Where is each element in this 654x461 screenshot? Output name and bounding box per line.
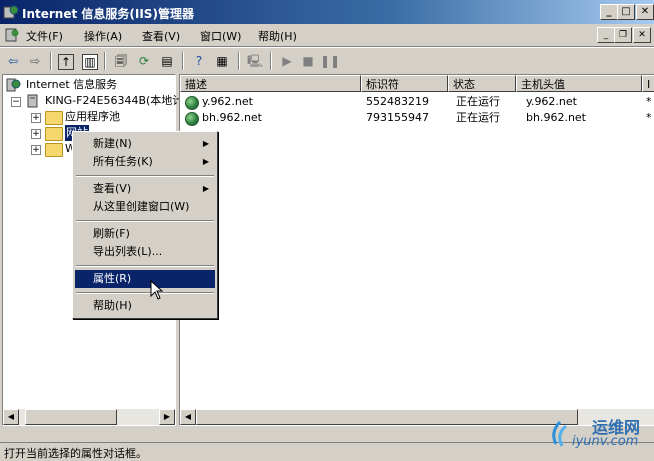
watermark-url: iyunv.com: [572, 434, 639, 449]
column-header-description[interactable]: 描述: [180, 75, 361, 92]
submenu-arrow-icon: ▶: [202, 184, 209, 193]
maximize-button[interactable]: □: [617, 4, 635, 20]
menu-bar: 文件(F) 操作(A) 查看(V) 窗口(W) 帮助(H) _ ❐ ✕: [0, 24, 654, 47]
column-header-host[interactable]: 主机头值: [516, 75, 642, 92]
ctx-separator: [76, 220, 214, 222]
ctx-separator: [76, 265, 214, 267]
ctx-item-help[interactable]: 帮助(H): [75, 297, 215, 315]
ctx-separator: [76, 175, 214, 177]
show-hide-tree-icon[interactable]: ▥: [82, 54, 98, 70]
minimize-button[interactable]: _: [600, 4, 618, 20]
scroll-thumb[interactable]: [25, 409, 117, 425]
column-header-status[interactable]: 状态: [448, 75, 516, 92]
iis-root-icon: [6, 78, 21, 92]
mouse-cursor-icon: [150, 280, 164, 300]
website-globe-icon: [185, 112, 199, 126]
scroll-right-button[interactable]: ▶: [159, 409, 175, 425]
tree-hscrollbar[interactable]: ◀ ▶: [3, 409, 175, 425]
column-header-id[interactable]: 标识符: [361, 75, 448, 92]
ctx-separator: [76, 292, 214, 294]
folder-icon: [45, 127, 63, 141]
computer-icon[interactable]: 🖳: [246, 52, 264, 70]
window-title: Internet 信息服务(IIS)管理器: [22, 7, 194, 21]
toolbar: ⇦ ⇨ ↑ ▥ 🗐 ⟳ ▤ ? ▦ 🖳 ▶ ■ ❚❚: [0, 47, 654, 74]
ctx-item-all-tasks[interactable]: 所有任务(K) ▶: [75, 153, 215, 171]
help-icon[interactable]: ?: [190, 52, 208, 70]
close-button[interactable]: ✕: [636, 4, 654, 20]
up-level-icon[interactable]: ↑: [58, 54, 74, 70]
scroll-left-button[interactable]: ◀: [180, 409, 196, 425]
ctx-item-export-list[interactable]: 导出列表(L)...: [75, 243, 215, 261]
submenu-arrow-icon: ▶: [202, 139, 209, 148]
website-globe-icon: [185, 96, 199, 110]
expander-websites[interactable]: +: [31, 129, 41, 139]
ctx-item-view[interactable]: 查看(V) ▶: [75, 180, 215, 198]
ctx-item-new[interactable]: 新建(N) ▶: [75, 135, 215, 153]
submenu-arrow-icon: ▶: [202, 157, 209, 166]
column-header-ip[interactable]: I: [642, 75, 654, 92]
expander-server[interactable]: −: [11, 97, 21, 107]
properties-icon[interactable]: 🗐: [112, 52, 130, 70]
status-text: 打开当前选择的属性对话框。: [4, 447, 147, 460]
mdi-minimize-button[interactable]: _: [597, 27, 615, 43]
menu-window[interactable]: 窗口(W): [200, 28, 241, 44]
ctx-item-properties[interactable]: 属性(R): [75, 270, 215, 288]
scroll-left-button[interactable]: ◀: [3, 409, 19, 425]
mdi-restore-button[interactable]: ❐: [614, 27, 632, 43]
folder-icon: [45, 143, 63, 157]
start-icon[interactable]: ▶: [278, 52, 296, 70]
menu-view[interactable]: 查看(V): [142, 28, 180, 44]
title-bar[interactable]: Internet 信息服务(IIS)管理器 _ □ ✕: [0, 0, 654, 24]
export-list-icon[interactable]: ▤: [158, 52, 176, 70]
menu-action[interactable]: 操作(A): [84, 28, 122, 44]
expander-web-ext[interactable]: +: [31, 145, 41, 155]
stop-icon[interactable]: ■: [299, 52, 317, 70]
server-icon: [27, 94, 38, 108]
menu-file[interactable]: 文件(F): [26, 28, 63, 44]
help-topics-icon[interactable]: ▦: [213, 52, 231, 70]
ctx-item-refresh[interactable]: 刷新(F): [75, 225, 215, 243]
folder-icon: [45, 111, 63, 125]
refresh-icon[interactable]: ⟳: [135, 52, 153, 70]
ctx-item-new-window[interactable]: 从这里创建窗口(W): [75, 198, 215, 216]
menu-help[interactable]: 帮助(H): [258, 28, 297, 44]
list-pane[interactable]: 描述 标识符 状态 主机头值 I y.962.net 552483219 正在运…: [179, 74, 654, 426]
context-menu: 新建(N) ▶ 所有任务(K) ▶ 查看(V) ▶ 从这里创建窗口(W) 刷新(F) …: [72, 131, 218, 319]
back-arrow-icon[interactable]: ⇦: [4, 52, 22, 70]
forward-arrow-icon[interactable]: ⇨: [26, 52, 44, 70]
expander-app-pools[interactable]: +: [31, 113, 41, 123]
pause-icon[interactable]: ❚❚: [320, 52, 340, 70]
mdi-close-button[interactable]: ✕: [633, 27, 651, 43]
scroll-thumb[interactable]: [196, 409, 578, 425]
mmc-icon: [5, 28, 19, 42]
iis-app-icon: [3, 5, 19, 19]
